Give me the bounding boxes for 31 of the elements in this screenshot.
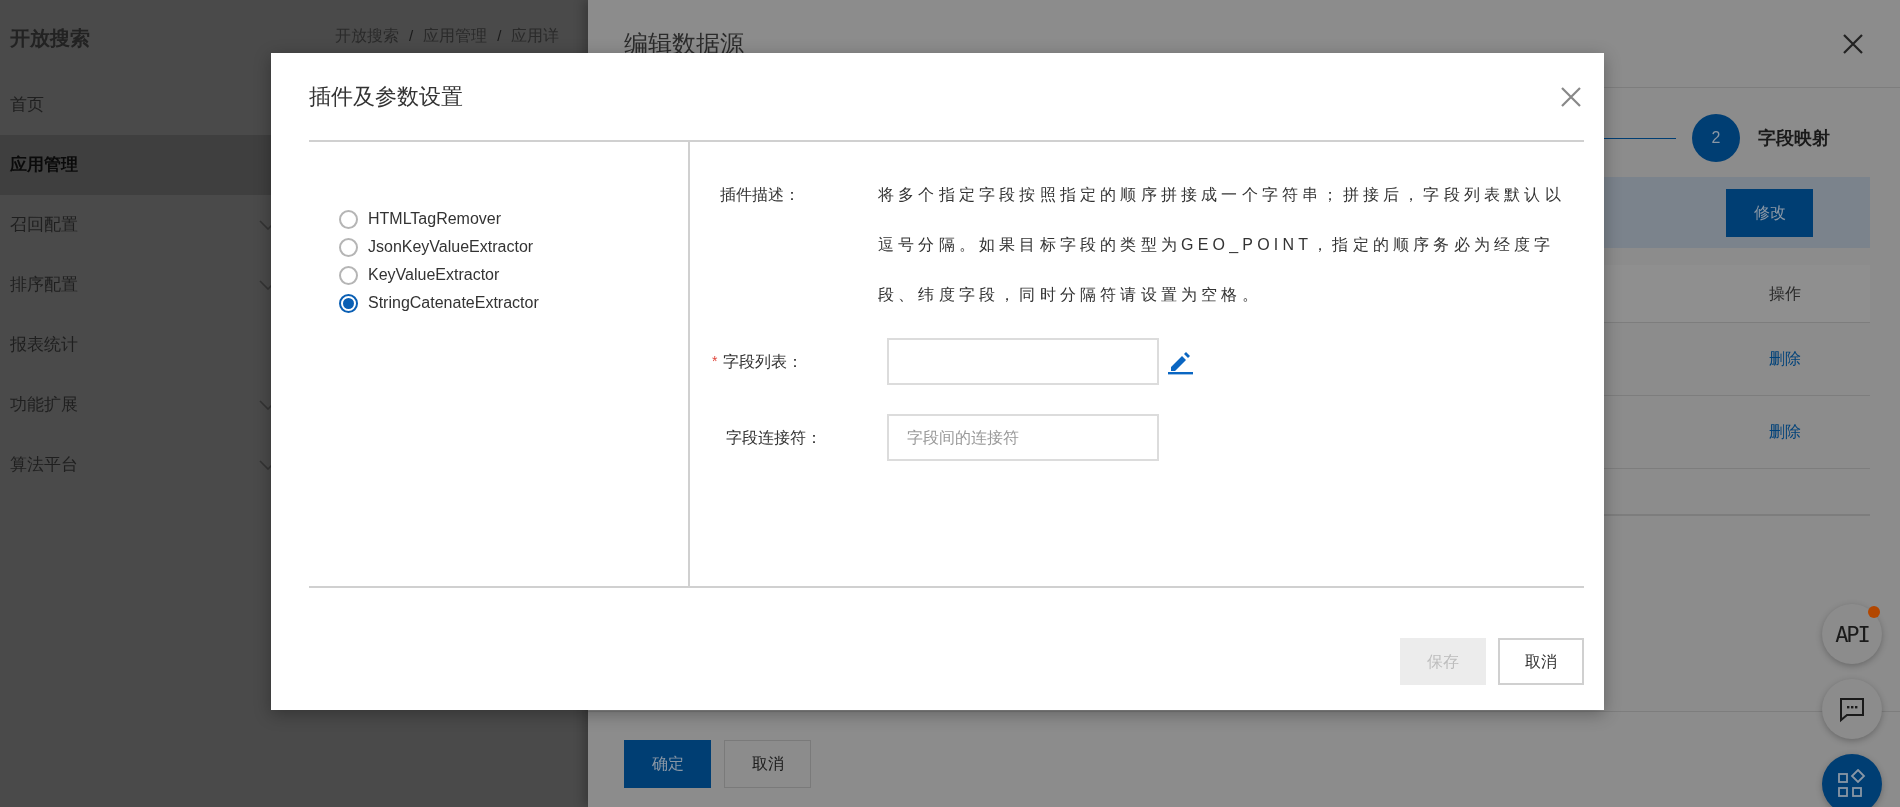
radio-button[interactable] (339, 265, 358, 285)
step-label: 字段映射 (1758, 126, 1830, 150)
radio-option[interactable]: JsonKeyValueExtractor (339, 233, 688, 261)
close-icon[interactable] (1560, 85, 1582, 108)
radio-button[interactable] (339, 293, 358, 313)
field-label: 字段连接符： (726, 427, 822, 448)
plugin-description: 将多个指定字段按照指定的顺序拼接成一个字符串；拼接后，字段列表默认以逗号分隔。如果目标字段的类型为GEO_POINT，指定的顺序务必为经度字段、纬度字段，同时分隔符请设置为空格。 (878, 185, 1566, 305)
required-asterisk: * (712, 352, 718, 371)
breadcrumb-separator: / (497, 25, 502, 46)
radio-option[interactable]: StringCatenateExtractor (339, 289, 688, 317)
input-field[interactable] (887, 338, 1159, 385)
field-label: 字段列表： (723, 351, 804, 372)
field-label: 插件描述： (720, 185, 801, 205)
radio-option[interactable]: KeyValueExtractor (339, 261, 688, 289)
radio-button[interactable] (339, 237, 358, 257)
confirm-button[interactable]: 确定 (624, 740, 711, 788)
step-number: 2 (1692, 114, 1740, 162)
cancel-button[interactable]: 取消 (1498, 638, 1584, 685)
input-field[interactable]: 字段间的连接符 (887, 414, 1159, 461)
close-icon[interactable] (1842, 32, 1864, 55)
apps-icon (1837, 769, 1867, 799)
radio-option[interactable]: HTMLTagRemover (339, 205, 688, 233)
breadcrumb-separator: / (409, 25, 414, 46)
edit-button[interactable]: 修改 (1726, 188, 1813, 237)
delete-link[interactable]: 删除 (1769, 350, 1801, 367)
cancel-button[interactable]: 取消 (724, 740, 811, 788)
chat-icon (1838, 695, 1866, 723)
delete-link[interactable]: 删除 (1769, 423, 1801, 440)
dialog-title: 插件及参数设置 (309, 83, 463, 111)
radio-button[interactable] (339, 209, 358, 229)
column-header: 操作 (1768, 283, 1802, 304)
